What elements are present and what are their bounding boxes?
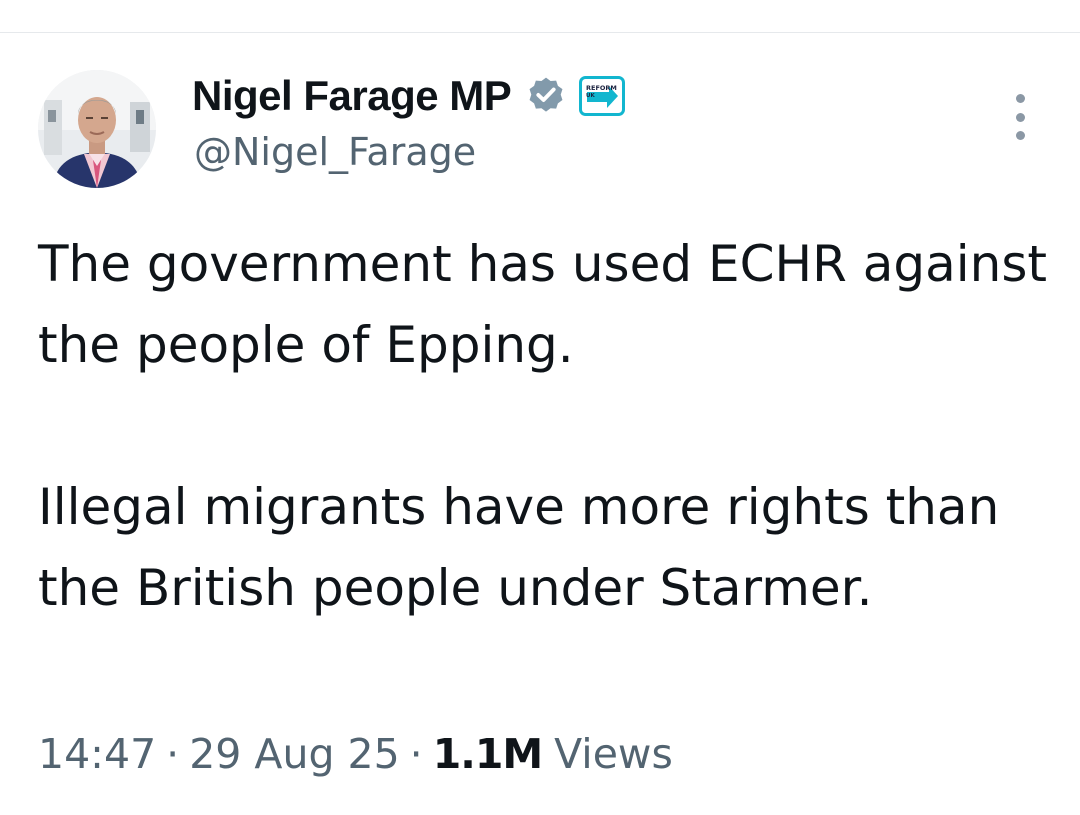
more-dot: [1015, 112, 1025, 122]
meta-separator: ·: [166, 730, 180, 778]
reform-uk-logo-icon[interactable]: REFORM UK: [579, 75, 626, 117]
svg-text:REFORM: REFORM: [586, 84, 617, 92]
more-dot: [1015, 94, 1025, 103]
avatar[interactable]: [38, 70, 156, 188]
meta-separator: ·: [409, 730, 423, 778]
views-label[interactable]: Views: [554, 730, 673, 778]
tweet-metadata: 14:47 · 29 Aug 25 · 1.1M Views: [38, 724, 673, 784]
verified-badge-icon[interactable]: [525, 75, 567, 117]
author-name-row: Nigel Farage MP REFORM UK: [192, 66, 626, 126]
tweet-paragraph: Illegal migrants have more rights than t…: [38, 478, 1000, 617]
more-options-icon[interactable]: [1000, 94, 1040, 140]
author-handle[interactable]: @Nigel_Farage: [194, 130, 476, 174]
top-divider: [0, 32, 1080, 33]
tweet-paragraph: The government has used ECHR against the…: [38, 235, 1047, 374]
views-count[interactable]: 1.1M: [433, 730, 543, 778]
author-display-name[interactable]: Nigel Farage MP: [192, 72, 512, 120]
tweet-time[interactable]: 14:47: [38, 730, 156, 778]
avatar-image: [38, 70, 156, 188]
tweet-date[interactable]: 29 Aug 25: [189, 730, 399, 778]
more-dot: [1015, 131, 1025, 140]
tweet-text: The government has used ECHR against the…: [38, 224, 1048, 629]
svg-text:UK: UK: [586, 93, 595, 99]
